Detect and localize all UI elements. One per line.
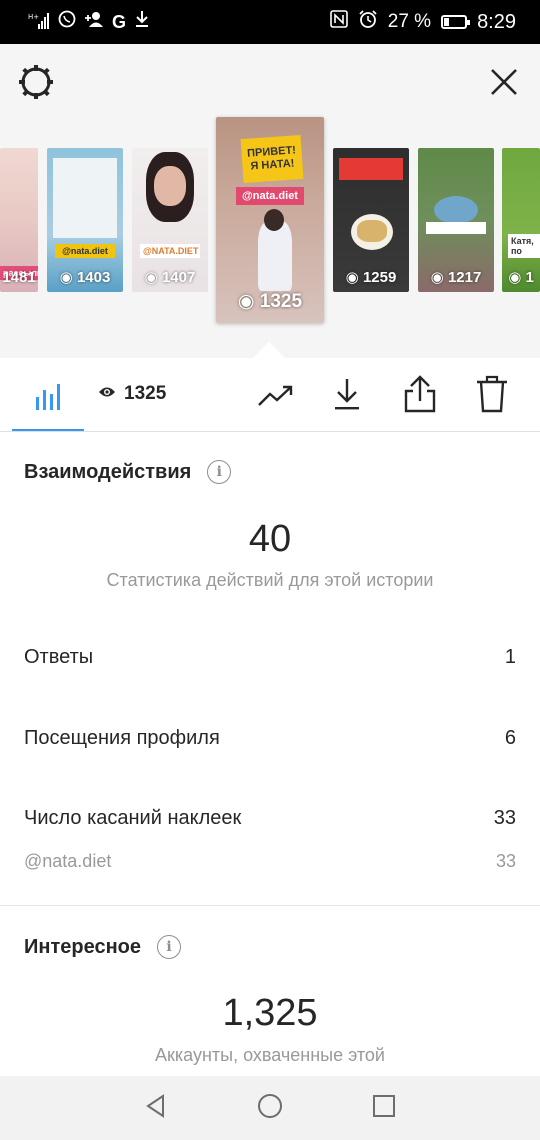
whatsapp-icon	[58, 10, 76, 34]
svg-text:H+: H+	[28, 13, 39, 21]
battery-icon	[441, 15, 471, 29]
stat-value: 33	[493, 807, 516, 829]
stat-row-replies: Ответы 1	[24, 646, 516, 669]
interactions-section-title: Взаимодействия i	[24, 460, 232, 484]
active-tab-indicator	[12, 429, 84, 431]
story-thumbnail[interactable]: @NATA.DIET ◉ 1407	[132, 148, 208, 292]
stat-subrow-mention: @nata.diet 33	[24, 851, 516, 872]
info-icon[interactable]: i	[157, 935, 181, 959]
story-mention-tag: @nata.diet	[236, 187, 304, 205]
story-thumbnail[interactable]: ◉ 1217	[418, 148, 494, 292]
stat-value: 6	[504, 727, 516, 749]
trending-icon[interactable]	[256, 378, 296, 414]
add-contact-icon	[84, 10, 104, 34]
discovery-title: Интересное	[24, 935, 141, 958]
stat-sub-value: 33	[495, 851, 516, 871]
trash-icon[interactable]	[472, 372, 512, 416]
interactions-total: 40	[248, 518, 292, 560]
nfc-icon	[329, 10, 348, 34]
selection-pointer	[253, 342, 285, 358]
insights-bars-icon[interactable]	[30, 378, 66, 414]
close-icon[interactable]	[484, 62, 524, 102]
status-left: H+ G	[28, 10, 150, 34]
android-nav-bar	[0, 1076, 540, 1140]
story-views: ◉ 1325	[237, 291, 303, 312]
google-icon: G	[112, 11, 127, 32]
views-tab[interactable]: 1325	[98, 383, 166, 405]
stat-label: Посещения профиля	[24, 727, 220, 749]
discovery-total: 1,325	[222, 992, 318, 1034]
story-tag: Катя, по	[508, 234, 540, 258]
info-icon[interactable]: i	[207, 460, 232, 484]
battery-percent: 27 %	[387, 11, 432, 32]
stat-label: Число касаний наклеек	[24, 807, 242, 829]
status-time: 8:29	[477, 10, 516, 33]
stat-label: Ответы	[24, 646, 94, 668]
back-icon[interactable]	[143, 1093, 169, 1124]
signal-icon: H+	[28, 12, 50, 32]
story-views: ◉ 1259	[345, 269, 397, 286]
download-icon[interactable]	[328, 374, 366, 414]
story-tag: @NATA.DIET	[140, 244, 200, 258]
download-icon	[134, 10, 150, 34]
story-carousel-area: рассылку 1481 @nata.diet ◉ 1403 @NATA.DI…	[0, 44, 540, 358]
stat-row-profile-visits: Посещения профиля 6	[24, 727, 516, 750]
eye-icon	[98, 383, 116, 405]
story-headline: ПРИВЕТ! Я НАТА!	[240, 134, 304, 184]
story-views: ◉ 1403	[59, 269, 111, 286]
settings-gear-icon[interactable]	[16, 62, 56, 102]
battery-fill	[444, 18, 450, 26]
share-icon[interactable]	[400, 372, 440, 416]
section-divider	[0, 905, 540, 906]
story-views: ◉ 1	[508, 269, 534, 286]
interactions-caption: Статистика действий для этой истории	[106, 570, 434, 590]
stat-sub-label: @nata.diet	[24, 851, 112, 871]
stat-value: 1	[504, 646, 516, 668]
stat-row-sticker-taps: Число касаний наклеек 33	[24, 807, 516, 830]
story-thumbnail[interactable]: Катя, по ◉ 1	[502, 148, 540, 292]
discovery-caption: Аккаунты, охваченные этой	[155, 1045, 385, 1065]
alarm-icon	[358, 9, 378, 35]
story-views: ◉ 1217	[430, 269, 482, 286]
home-icon[interactable]	[256, 1092, 284, 1125]
status-right: 27 % 8:29	[329, 9, 516, 35]
story-thumbnail[interactable]: рассылку 1481	[0, 148, 38, 292]
story-thumbnail[interactable]: ◉ 1259	[333, 148, 409, 292]
story-views: ◉ 1407	[144, 269, 196, 286]
discovery-section-title: Интересное i	[24, 935, 181, 959]
story-thumbnail-active[interactable]: ПРИВЕТ! Я НАТА! @nata.diet ◉ 1325	[216, 117, 324, 323]
views-count: 1325	[124, 383, 167, 404]
interactions-title: Взаимодействия	[24, 460, 192, 483]
story-thumbnail[interactable]: @nata.diet ◉ 1403	[47, 148, 123, 292]
story-views: 1481	[2, 269, 36, 286]
status-bar: H+ G 27 % 8:29	[0, 0, 540, 44]
recents-icon[interactable]	[371, 1093, 397, 1124]
story-tag: @nata.diet	[55, 244, 115, 258]
